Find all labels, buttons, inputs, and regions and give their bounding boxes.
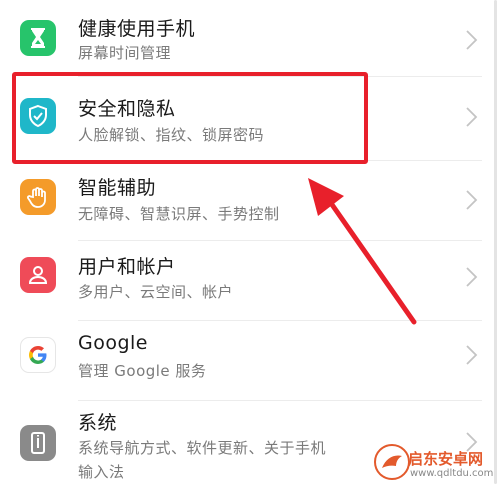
highlight-box <box>12 72 368 164</box>
item-subtitle: 屏幕时间管理 <box>78 44 172 62</box>
item-subtitle: 无障碍、智慧识屏、手势控制 <box>78 205 280 223</box>
chevron-right-icon <box>466 267 478 287</box>
item-subtitle: 多用户、云空间、帐户 <box>78 283 234 301</box>
system-icon <box>20 425 56 461</box>
settings-item-users[interactable]: 用户和帐户 多用户、云空间、帐户 <box>0 241 500 319</box>
settings-item-assist[interactable]: 智能辅助 无障碍、智慧识屏、手势控制 <box>0 161 500 239</box>
hourglass-icon <box>20 20 56 56</box>
item-title: 健康使用手机 <box>78 18 196 40</box>
hand-icon <box>20 179 56 215</box>
item-subtitle: 管理 Google 服务 <box>78 362 207 380</box>
settings-item-google[interactable]: Google 管理 Google 服务 <box>0 321 500 399</box>
chevron-right-icon <box>466 30 478 50</box>
google-icon <box>20 337 56 373</box>
chevron-right-icon <box>466 107 478 127</box>
item-subtitle-line2: 输入法 <box>78 463 125 481</box>
user-icon <box>20 257 56 293</box>
chevron-right-icon <box>466 190 478 210</box>
item-subtitle: 系统导航方式、软件更新、关于手机 <box>78 439 327 457</box>
settings-item-health[interactable]: 健康使用手机 屏幕时间管理 <box>0 0 500 76</box>
item-title: Google <box>78 332 149 354</box>
chevron-right-icon <box>466 345 478 365</box>
watermark-name: 启东安卓网 <box>408 450 484 468</box>
watermark-url: www.qdltdu.com <box>410 468 494 479</box>
item-title: 用户和帐户 <box>78 256 176 278</box>
item-title: 智能辅助 <box>78 177 157 199</box>
item-title: 系统 <box>78 412 118 434</box>
